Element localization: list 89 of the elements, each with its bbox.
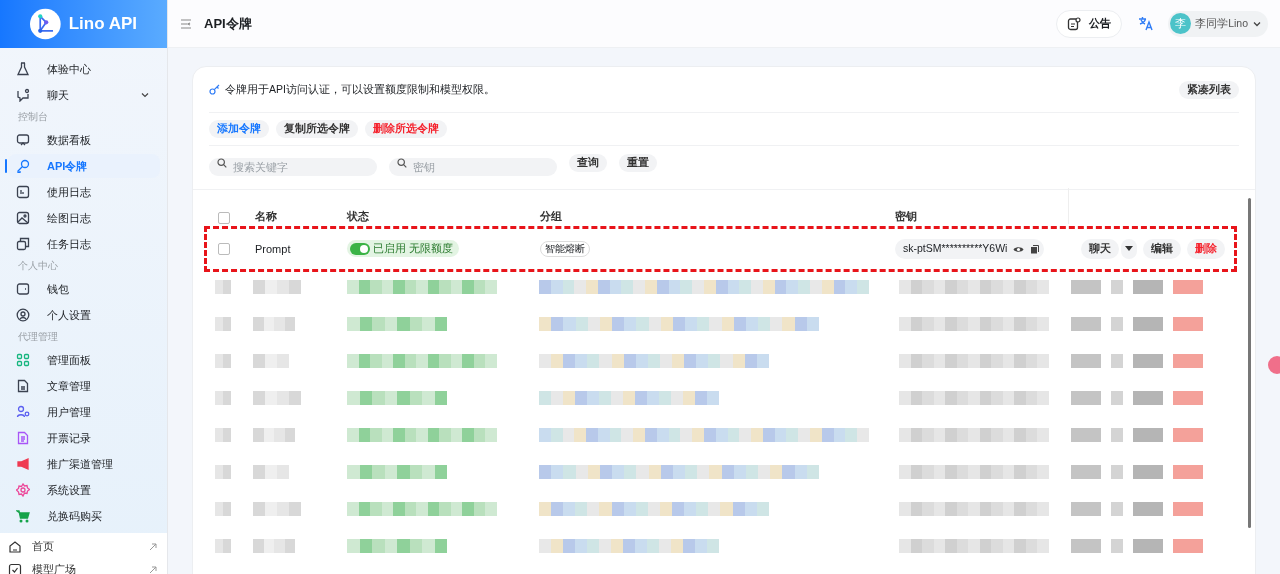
sidebar-item[interactable]: 使用日志 (8, 180, 160, 204)
column-header: 密钥 (895, 209, 917, 222)
redacted-text (215, 391, 231, 405)
key-field: sk-ptSM**********Y6Wi (895, 239, 1045, 259)
footer-link[interactable]: 首页 (0, 535, 167, 558)
key-icon (16, 159, 30, 173)
sidebar-item[interactable]: 聊天 (8, 83, 160, 107)
sidebar-item[interactable]: 管理面板 (8, 348, 160, 372)
chat-icon (16, 88, 30, 102)
dropdown-button[interactable] (1121, 239, 1137, 259)
column-header: 名称 (255, 209, 277, 222)
toolbar-button[interactable]: 删除所选令牌 (365, 120, 447, 138)
token-name: Prompt (255, 242, 291, 255)
monitor-icon (16, 133, 30, 147)
redacted-text (215, 428, 231, 442)
caret-icon (1125, 246, 1133, 252)
footer-link[interactable]: 模型广场 (0, 558, 167, 574)
sidebar-item[interactable]: 文章管理 (8, 374, 160, 398)
chart-icon (16, 185, 30, 199)
redacted-text (215, 280, 231, 294)
edit-button[interactable]: 编辑 (1143, 239, 1181, 259)
flask-icon (16, 62, 30, 76)
section-label: 控制台 (17, 110, 49, 125)
search-icon (397, 157, 407, 168)
sidebar-item[interactable]: 用户管理 (8, 400, 160, 424)
external-arrow-icon (149, 565, 157, 574)
redacted-text (215, 465, 231, 479)
checkbox[interactable] (218, 212, 230, 224)
search-field[interactable]: 密钥 (389, 157, 557, 176)
key-icon (209, 84, 220, 95)
toggle-switch[interactable] (350, 242, 370, 255)
section-label: 个人中心 (17, 259, 59, 274)
scrollbar[interactable] (1248, 198, 1251, 528)
search-icon (217, 157, 227, 168)
sidebar-item[interactable]: 任务日志 (8, 232, 160, 256)
brand-name: Lino API (68, 13, 137, 36)
redacted-text (215, 354, 231, 368)
redacted-text (253, 280, 301, 294)
search-field[interactable]: 搜索关键字 (209, 157, 377, 176)
redacted-text (253, 465, 289, 479)
column-header: 分组 (540, 209, 562, 222)
redacted-text (215, 539, 231, 553)
sidebar-item[interactable]: 推广渠道管理 (8, 452, 160, 476)
sidebar-item[interactable]: 兑换码购买 (8, 504, 160, 528)
user-circle-icon (16, 308, 30, 322)
copy-icon[interactable] (1030, 244, 1041, 254)
status-tag: 已启用 无限额度 (347, 240, 459, 258)
external-arrow-icon (149, 542, 157, 551)
redacted-text (215, 502, 231, 516)
sidebar-item[interactable]: API令牌 (8, 154, 160, 178)
translate-icon[interactable] (1138, 15, 1155, 32)
checkbox[interactable] (218, 243, 230, 255)
sidebar-item[interactable]: 个人设置 (8, 303, 160, 327)
toolbar-button[interactable]: 复制所选令牌 (276, 120, 358, 138)
sidebar-item[interactable]: 体验中心 (8, 57, 160, 81)
redacted-text (253, 391, 301, 405)
sidebar-item[interactable]: 系统设置 (8, 478, 160, 502)
chat-button[interactable]: 聊天 (1081, 239, 1119, 259)
notice-icon (1067, 16, 1082, 31)
redacted-text (215, 317, 231, 331)
home-icon (8, 539, 22, 554)
notice-button[interactable]: 公告 (1056, 9, 1123, 38)
sidebar-item[interactable]: 数据看板 (8, 128, 160, 152)
redacted-text (253, 428, 295, 442)
user-avatar: 李 (1170, 13, 1192, 34)
filter-button[interactable]: 重置 (619, 153, 657, 172)
delete-button[interactable]: 删除 (1187, 239, 1225, 259)
menu-icon[interactable] (180, 17, 192, 30)
sidebar-item[interactable]: 绘图日志 (8, 206, 160, 230)
active-indicator (5, 159, 7, 173)
sidebar-item[interactable]: 钱包 (8, 277, 160, 301)
sidebar-item[interactable]: 开票记录 (8, 426, 160, 450)
logo-icon (30, 6, 61, 42)
user-menu[interactable]: 李 李同学Lino (1168, 10, 1268, 37)
description-text: 令牌用于API访问认证，可以设置额度限制和模型权限。 (225, 81, 495, 97)
redacted-text (253, 502, 301, 516)
document-icon (16, 379, 30, 393)
column-header: 状态 (347, 209, 369, 222)
section-label: 代理管理 (17, 330, 59, 345)
wallet-icon (16, 282, 30, 296)
toolbar-button[interactable]: 添加令牌 (209, 120, 269, 138)
image-icon (16, 211, 30, 225)
copy-icon (16, 237, 30, 251)
filter-button[interactable]: 查询 (569, 153, 607, 172)
redacted-text (253, 354, 289, 368)
redacted-text (253, 539, 295, 553)
redacted-text (253, 317, 295, 331)
page-title: API令牌 (204, 14, 252, 33)
compact-list-button[interactable]: 紧凑列表 (1179, 80, 1239, 99)
